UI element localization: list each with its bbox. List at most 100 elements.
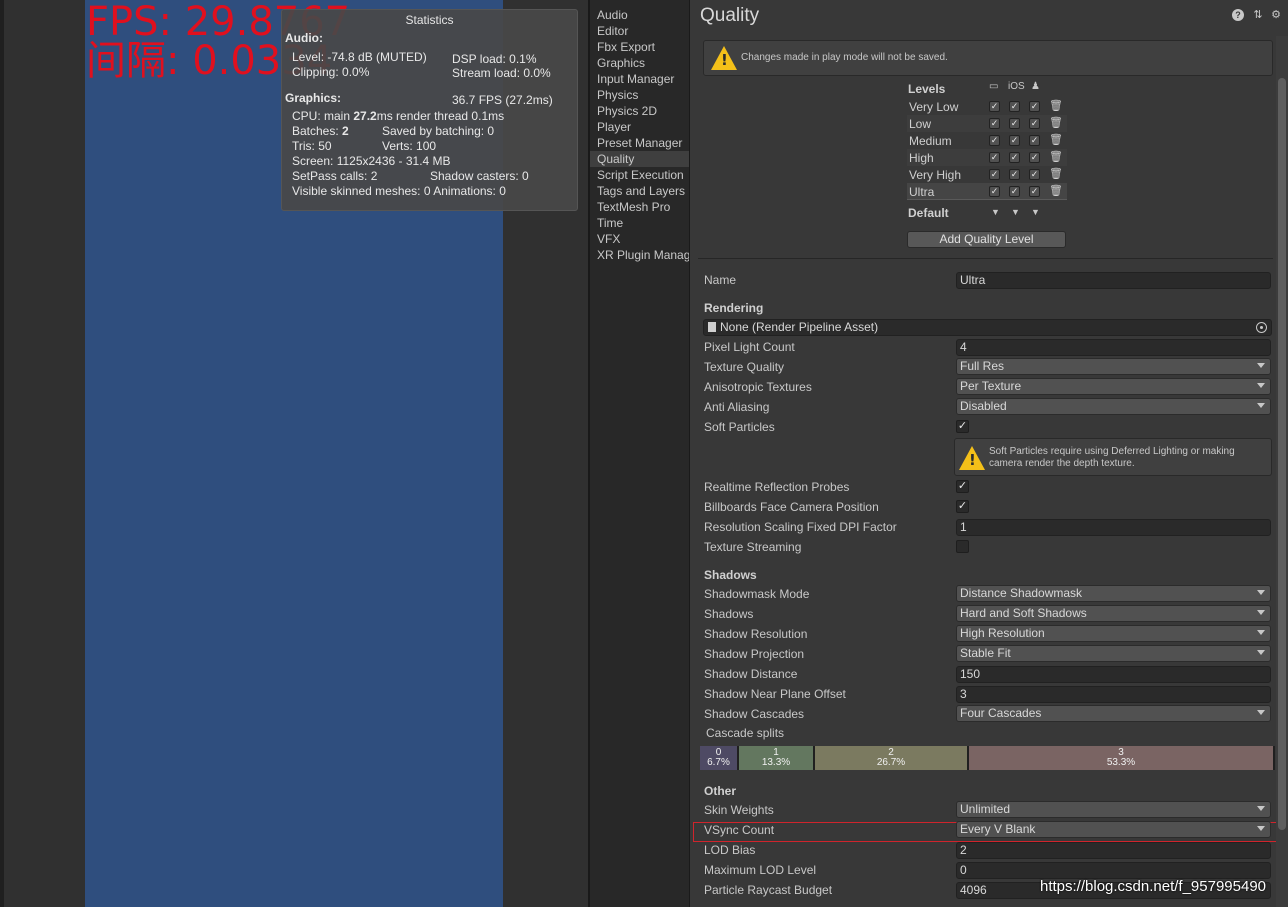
cpu-stat: CPU: main 27.2ms render thread 0.1ms [292,109,505,123]
trash-icon[interactable]: 🗑 [1049,168,1063,180]
shadow-distance-field[interactable]: 150 [956,666,1271,683]
shadow-near-plane-offset-label: Shadow Near Plane Offset [704,687,846,701]
realtime-reflection-probes-checkbox[interactable]: ✓ [956,480,969,493]
project-settings-sidebar: Audio Editor Fbx Export Graphics Input M… [590,0,690,907]
sidebar-item-preset-manager[interactable]: Preset Manager [590,135,690,151]
trash-icon[interactable]: 🗑 [1049,185,1063,197]
soft-particles-checkbox[interactable]: ✓ [956,420,969,433]
lod-bias-field[interactable]: 2 [956,842,1271,859]
shadow-casters-stat: Shadow casters: 0 [430,169,529,183]
level-checkbox[interactable]: ✓ [989,169,1000,180]
texture-quality-dropdown[interactable]: Full Res [956,358,1271,375]
level-checkbox[interactable]: ✓ [1009,152,1020,163]
level-checkbox[interactable]: ✓ [1009,101,1020,112]
level-row-high[interactable]: High ✓ ✓ ✓ 🗑 [907,149,1067,166]
preset-sliders-icon[interactable]: ⇅ [1252,9,1264,21]
level-row-very-low[interactable]: Very Low ✓ ✓ ✓ 🗑 [907,98,1067,115]
sidebar-item-fbx-export[interactable]: Fbx Export [590,39,690,55]
cascade-split-0[interactable]: 0 6.7% [700,746,739,770]
pixel-light-count-field[interactable]: 4 [956,339,1271,356]
level-checkbox[interactable]: ✓ [1029,169,1040,180]
trash-icon[interactable]: 🗑 [1049,100,1063,112]
level-checkbox[interactable]: ✓ [1009,186,1020,197]
level-row-very-high[interactable]: Very High ✓ ✓ ✓ 🗑 [907,166,1067,183]
level-checkbox[interactable]: ✓ [989,118,1000,129]
sidebar-item-vfx[interactable]: VFX [590,231,690,247]
level-checkbox[interactable]: ✓ [1029,152,1040,163]
level-checkbox[interactable]: ✓ [1029,101,1040,112]
level-checkbox[interactable]: ✓ [1009,118,1020,129]
level-checkbox[interactable]: ✓ [989,152,1000,163]
sidebar-item-tags-and-layers[interactable]: Tags and Layers [590,183,690,199]
level-checkbox[interactable]: ✓ [989,186,1000,197]
pixel-light-count-label: Pixel Light Count [704,340,795,354]
sidebar-item-script-execution[interactable]: Script Execution [590,167,690,183]
level-checkbox[interactable]: ✓ [1029,118,1040,129]
cascade-split-2[interactable]: 2 26.7% [815,746,969,770]
trash-icon[interactable]: 🗑 [1049,151,1063,163]
skin-weights-dropdown[interactable]: Unlimited [956,801,1271,818]
level-checkbox[interactable]: ✓ [989,135,1000,146]
object-picker-icon[interactable] [1256,322,1267,333]
scrollbar-thumb[interactable] [1278,78,1286,830]
level-checkbox[interactable]: ✓ [1009,135,1020,146]
render-pipeline-asset-field[interactable]: None (Render Pipeline Asset) [703,319,1272,336]
vsync-count-dropdown[interactable]: Every V Blank [956,821,1271,838]
sidebar-item-physics[interactable]: Physics [590,87,690,103]
chevron-down-icon [1257,590,1265,595]
trash-icon[interactable]: 🗑 [1049,134,1063,146]
inspector-scrollbar[interactable] [1276,36,1288,907]
gear-icon[interactable]: ⚙ [1270,9,1282,21]
level-checkbox[interactable]: ✓ [1029,135,1040,146]
cascade-split-3[interactable]: 3 53.3% [969,746,1275,770]
sidebar-item-graphics[interactable]: Graphics [590,55,690,71]
shadow-cascades-label: Shadow Cascades [704,707,805,721]
billboards-face-camera-checkbox[interactable]: ✓ [956,500,969,513]
chevron-down-icon [1257,630,1265,635]
default-dropdown-ios[interactable]: ▼ [1011,207,1020,217]
skinned-meshes-stat: Visible skinned meshes: 0 Animations: 0 [292,184,506,198]
sidebar-item-quality[interactable]: Quality [590,151,690,167]
shadowmask-mode-dropdown[interactable]: Distance Shadowmask [956,585,1271,602]
add-quality-level-button[interactable]: Add Quality Level [907,231,1066,248]
anisotropic-textures-dropdown[interactable]: Per Texture [956,378,1271,395]
default-dropdown-standalone[interactable]: ▼ [991,207,1000,217]
warning-icon [959,446,985,470]
resolution-scaling-field[interactable]: 1 [956,519,1271,536]
trash-icon[interactable]: 🗑 [1049,117,1063,129]
sidebar-item-xr-plugin-management[interactable]: XR Plugin Manag [590,247,690,263]
shadow-near-plane-offset-field[interactable]: 3 [956,686,1271,703]
chevron-down-icon [1257,403,1265,408]
anti-aliasing-label: Anti Aliasing [704,400,770,414]
maximum-lod-level-field[interactable]: 0 [956,862,1271,879]
cascade-splits-bar[interactable]: 0 6.7% 1 13.3% 2 26.7% 3 53.3% [700,746,1275,770]
sidebar-item-audio[interactable]: Audio [590,7,690,23]
tris-stat: Tris: 50 [292,139,332,153]
name-field[interactable]: Ultra [956,272,1271,289]
sidebar-item-time[interactable]: Time [590,215,690,231]
cascade-split-1[interactable]: 1 13.3% [739,746,815,770]
sidebar-item-player[interactable]: Player [590,119,690,135]
sidebar-item-physics-2d[interactable]: Physics 2D [590,103,690,119]
help-icon[interactable]: ? [1232,9,1244,21]
level-row-low[interactable]: Low ✓ ✓ ✓ 🗑 [907,115,1067,132]
default-dropdown-android[interactable]: ▼ [1031,207,1040,217]
level-checkbox[interactable]: ✓ [1029,186,1040,197]
stream-load: Stream load: 0.0% [452,66,551,80]
dsp-load: DSP load: 0.1% [452,52,537,66]
sidebar-item-input-manager[interactable]: Input Manager [590,71,690,87]
level-row-ultra[interactable]: Ultra ✓ ✓ ✓ 🗑 [907,183,1067,200]
level-checkbox[interactable]: ✓ [1009,169,1020,180]
sidebar-item-editor[interactable]: Editor [590,23,690,39]
chevron-down-icon [1257,383,1265,388]
shadow-resolution-dropdown[interactable]: High Resolution [956,625,1271,642]
level-row-medium[interactable]: Medium ✓ ✓ ✓ 🗑 [907,132,1067,149]
texture-streaming-checkbox[interactable] [956,540,969,553]
shadow-cascades-dropdown[interactable]: Four Cascades [956,705,1271,722]
sidebar-item-textmesh-pro[interactable]: TextMesh Pro [590,199,690,215]
playmode-warning-box: Changes made in play mode will not be sa… [703,40,1273,76]
anti-aliasing-dropdown[interactable]: Disabled [956,398,1271,415]
shadow-projection-dropdown[interactable]: Stable Fit [956,645,1271,662]
shadows-dropdown[interactable]: Hard and Soft Shadows [956,605,1271,622]
level-checkbox[interactable]: ✓ [989,101,1000,112]
